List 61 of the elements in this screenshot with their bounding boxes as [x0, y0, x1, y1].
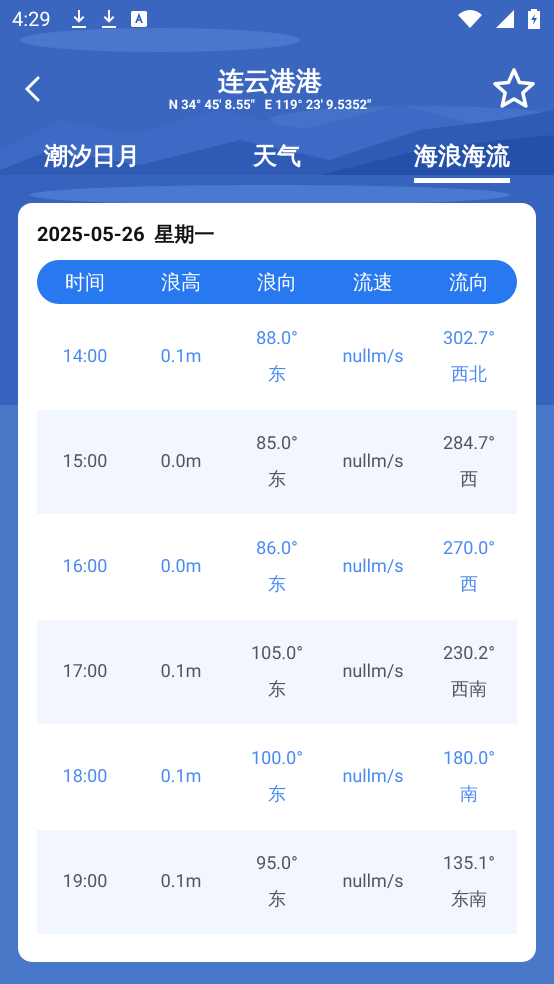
table-cell-text: nullm/s — [341, 765, 405, 789]
table-cell-text: 西南 — [451, 678, 487, 702]
table-cell-text: 86.0° — [256, 537, 298, 561]
table-cell-text: 0.0m — [160, 450, 202, 474]
table-cell-text: 302.7° — [443, 327, 495, 351]
table-cell-text: nullm/s — [341, 870, 405, 894]
table-cell-text: 西 — [460, 573, 478, 597]
table-cell-text: 0.1m — [160, 660, 202, 684]
table-cell-text: 东 — [268, 888, 286, 912]
table-cell-text: nullm/s — [341, 345, 405, 369]
signal-icon — [496, 10, 514, 28]
column-header: 浪向 — [256, 268, 298, 296]
table-cell-text: nullm/s — [341, 450, 405, 474]
table-cell-text: 135.1° — [443, 852, 495, 876]
table-cell-text: 东 — [268, 573, 286, 597]
table-cell-text: 19:00 — [62, 870, 108, 894]
table-cell-text: 0.1m — [160, 345, 202, 369]
column-header: 浪高 — [160, 268, 202, 296]
column-header: 流速 — [352, 268, 394, 296]
table-cell-text: 270.0° — [443, 537, 495, 561]
table-cell-text: 95.0° — [256, 852, 298, 876]
app-notification-icon — [130, 11, 147, 27]
tab[interactable]: 海浪海流 — [414, 140, 510, 183]
location-title: 连云港港 — [218, 66, 322, 98]
table-cell-text: 15:00 — [62, 450, 108, 474]
column-header: 流向 — [448, 268, 490, 296]
table-cell-text: nullm/s — [341, 660, 405, 684]
tab[interactable]: 天气 — [253, 140, 301, 183]
download-icon — [100, 9, 117, 29]
table-cell-text: 南 — [460, 783, 478, 807]
table-cell-text: nullm/s — [341, 555, 405, 579]
wifi-icon — [458, 10, 482, 28]
table-cell-text: 西北 — [451, 363, 487, 387]
table-cell-text: 东 — [268, 783, 286, 807]
table-cell-text: 88.0° — [256, 327, 298, 351]
star-icon[interactable] — [492, 67, 536, 111]
column-header: 时间 — [64, 268, 106, 296]
download-icon — [70, 9, 87, 29]
table-cell-text: 17:00 — [62, 660, 108, 684]
table-cell-text: 100.0° — [251, 747, 303, 771]
table-cell-text: 284.7° — [443, 432, 495, 456]
table-cell-text: 18:00 — [62, 765, 108, 789]
table-cell-text: 西 — [460, 468, 478, 492]
tab[interactable]: 潮汐日月 — [44, 140, 140, 183]
table-cell-text: 0.0m — [160, 555, 202, 579]
table-cell-text: 230.2° — [443, 642, 495, 666]
table-cell-text: 东 — [268, 468, 286, 492]
table-cell-text: 0.1m — [160, 870, 202, 894]
table-cell-text: 东 — [268, 363, 286, 387]
table-cell-text: 14:00 — [62, 345, 108, 369]
battery-icon — [528, 9, 540, 29]
table-cell-text: 东 — [268, 678, 286, 702]
table-cell-text: 85.0° — [256, 432, 298, 456]
table-cell-text: 105.0° — [251, 642, 303, 666]
table-cell-text: 东南 — [451, 888, 487, 912]
table-cell-text: 180.0° — [443, 747, 495, 771]
table-cell-text: 0.1m — [160, 765, 202, 789]
coordinates-text: N 34° 45' 8.55" E 119° 23' 9.5352" — [168, 98, 372, 112]
date-heading: 2025-05-26 星期一 — [37, 221, 216, 248]
status-time: 4:29 — [12, 7, 51, 31]
table-cell-text: 16:00 — [62, 555, 108, 579]
